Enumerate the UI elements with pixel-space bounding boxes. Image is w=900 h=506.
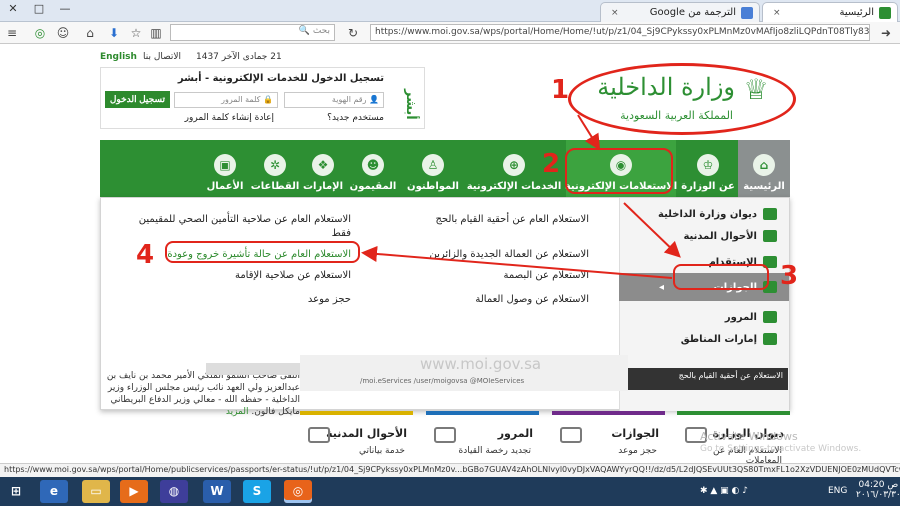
library-icon[interactable]: ▥ <box>148 25 164 41</box>
card-civil-affairs[interactable]: الأحوال المدنية خدمة بياناتي <box>300 411 413 463</box>
clock[interactable]: 04:20 ص ٢٠١٦/٠٣/٣٠ <box>856 480 900 500</box>
close-tab-icon[interactable]: × <box>773 8 781 18</box>
start-windows-icon[interactable]: ⊞ <box>2 480 30 503</box>
search-input[interactable]: بحث 🔍 <box>170 24 335 41</box>
tab-title: الرئيسية <box>839 7 874 18</box>
news-more-link[interactable]: المزيد <box>226 407 249 417</box>
step-1-number: 1 <box>551 75 570 105</box>
browser-toolbar: ≡ ◎ ☺ ⌂ ⬇ ☆ ▥ بحث 🔍 ↻ https://www.moi.go… <box>0 22 900 44</box>
id-card-icon <box>308 427 330 443</box>
reload-icon[interactable]: ↻ <box>345 25 361 41</box>
file-explorer-icon[interactable]: ▭ <box>82 480 110 503</box>
menu-icon[interactable]: ≡ <box>4 25 20 41</box>
skype-icon[interactable]: S <box>243 480 271 503</box>
word-icon[interactable]: W <box>203 480 231 503</box>
bookmark-icon[interactable]: ☆ <box>128 25 144 41</box>
tab-title: الترجمة من Google <box>649 7 736 18</box>
firefox-icon[interactable]: ◎ <box>284 480 312 503</box>
card-traffic[interactable]: المرور تجديد رخصة القيادة <box>426 411 539 463</box>
activate-windows-subtitle: Go to Settings to activate Windows. <box>700 444 862 454</box>
tab-google-translate[interactable]: الترجمة من Google × <box>600 2 760 22</box>
news-summary: التقى صاحب السمو الملكي الأمير محمد بن ن… <box>106 371 300 417</box>
status-bar: https://www.moi.gov.sa/wps/portal/Home/p… <box>0 463 900 477</box>
smiley-icon[interactable]: ☺ <box>55 25 71 41</box>
card-passports[interactable]: الجوازات حجز موعد <box>552 411 665 463</box>
language-indicator[interactable]: ENG <box>828 486 847 496</box>
step-4-number: 4 <box>136 240 155 270</box>
translate-icon <box>741 6 753 19</box>
news-image[interactable] <box>206 363 300 375</box>
banner-social: /moi.eServices /user/moigovsa @MOIeServi… <box>360 377 525 385</box>
banner-strip: www.moi.gov.sa /moi.eServices /user/moig… <box>300 355 628 391</box>
close-window-button[interactable]: ✕ <box>0 0 26 18</box>
step-2-number: 2 <box>542 149 561 179</box>
tab-home[interactable]: الرئيسية × <box>762 2 898 22</box>
home-icon[interactable]: ⌂ <box>82 25 98 41</box>
minimize-window-button[interactable]: — <box>52 0 78 18</box>
moi-favicon-icon <box>879 6 891 19</box>
url-bar[interactable]: https://www.moi.gov.sa/wps/portal/Home/H… <box>370 24 870 41</box>
step-3-number: 3 <box>780 261 799 291</box>
arrow-1 <box>577 114 601 151</box>
arrow-2 <box>623 202 681 258</box>
tray-icons[interactable]: ✱ ▲ ▣ ◐ ♪ <box>700 486 748 496</box>
taskbar: ⊞ e ▭ ▶ ◍ W S ◎ ✱ ▲ ▣ ◐ ♪ ENG 04:20 ص ٢٠… <box>0 477 900 506</box>
app-icon[interactable]: ◍ <box>160 480 188 503</box>
refresh-icon[interactable]: ◎ <box>32 25 48 41</box>
activate-windows-title: Activate Windows <box>700 430 798 443</box>
arrow-3 <box>361 246 673 279</box>
banner-site: www.moi.gov.sa <box>420 355 542 373</box>
close-tab-icon[interactable]: × <box>611 8 619 18</box>
page: 21 جمادى الآخر 1437 الاتصال بنا English … <box>0 45 900 463</box>
back-icon[interactable]: ➜ <box>878 25 894 41</box>
passport-icon <box>560 427 582 443</box>
download-icon[interactable]: ⬇ <box>106 25 122 41</box>
maximize-window-button[interactable]: □ <box>26 0 52 18</box>
banner-caption[interactable]: الاستعلام عن أحقية القيام بالحج <box>628 368 788 390</box>
car-icon <box>434 427 456 443</box>
browser-tabbar: ✕ □ — الترجمة من Google × الرئيسية × <box>0 0 900 22</box>
media-player-icon[interactable]: ▶ <box>120 480 148 503</box>
ie-icon[interactable]: e <box>40 480 68 503</box>
